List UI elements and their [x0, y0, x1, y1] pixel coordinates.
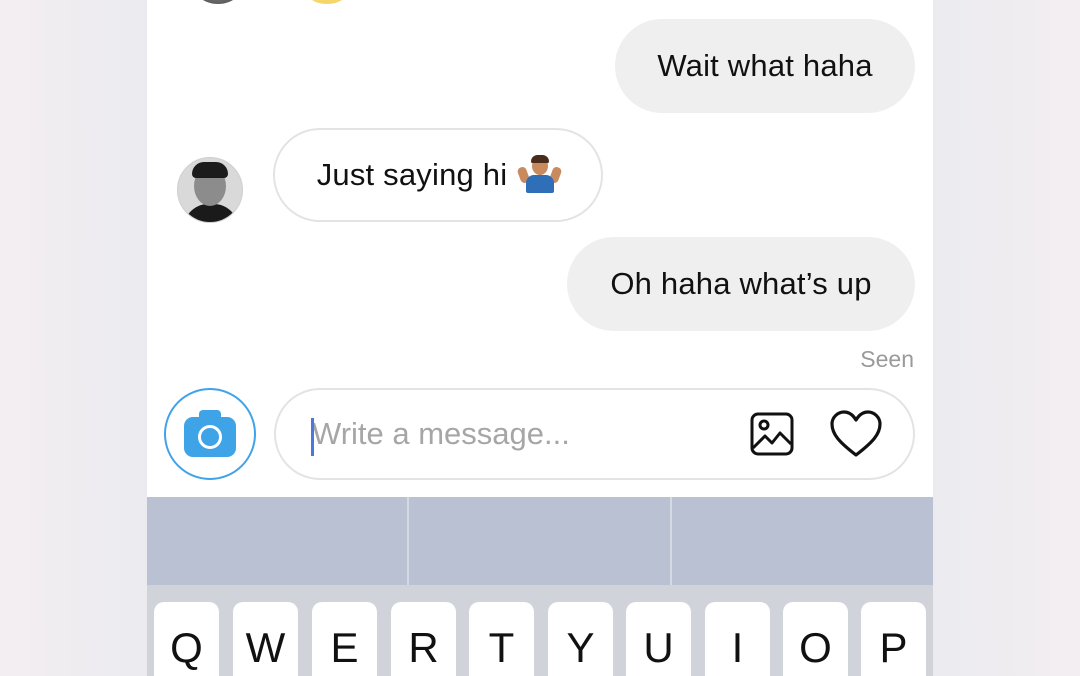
avatar-hair [192, 162, 228, 178]
message-text: Just saying hi [316, 157, 508, 192]
message-bubble-outgoing[interactable]: Wait what haha [615, 19, 915, 113]
seen-status: Seen [860, 346, 914, 372]
camera-button[interactable] [164, 388, 256, 480]
avatar[interactable] [187, 0, 249, 4]
message-input[interactable] [312, 410, 732, 458]
chat-screen: Wait what haha Just saying hi Oh haha wh… [147, 0, 933, 676]
key-u[interactable]: U [626, 602, 691, 676]
suggestion-slot[interactable] [409, 497, 670, 585]
contact-avatar[interactable] [177, 157, 243, 223]
key-y[interactable]: Y [548, 602, 613, 676]
suggestion-slot[interactable] [147, 497, 407, 585]
message-bubble-incoming[interactable]: Just saying hi [273, 128, 603, 222]
suggestion-bar [147, 497, 933, 585]
message-bubble-outgoing[interactable]: Oh haha what’s up [567, 237, 915, 331]
heart-icon[interactable] [829, 410, 883, 458]
message-text: Wait what haha [657, 48, 873, 83]
text-cursor [311, 418, 314, 456]
gallery-icon[interactable] [750, 412, 794, 456]
key-o[interactable]: O [783, 602, 848, 676]
emoji [307, 0, 347, 4]
suggestion-slot[interactable] [672, 497, 933, 585]
camera-icon [184, 410, 236, 457]
key-p[interactable]: P [861, 602, 926, 676]
key-e[interactable]: E [312, 602, 377, 676]
avatar-shirt [184, 204, 238, 222]
shrug-emoji-icon [516, 155, 563, 195]
key-r[interactable]: R [391, 602, 456, 676]
key-q[interactable]: Q [154, 602, 219, 676]
key-t[interactable]: T [469, 602, 534, 676]
keyboard: Q W E R T Y U I O P [147, 497, 933, 676]
message-text: Oh haha what’s up [610, 266, 872, 301]
key-w[interactable]: W [233, 602, 298, 676]
key-i[interactable]: I [705, 602, 770, 676]
message-composer[interactable] [274, 388, 915, 480]
